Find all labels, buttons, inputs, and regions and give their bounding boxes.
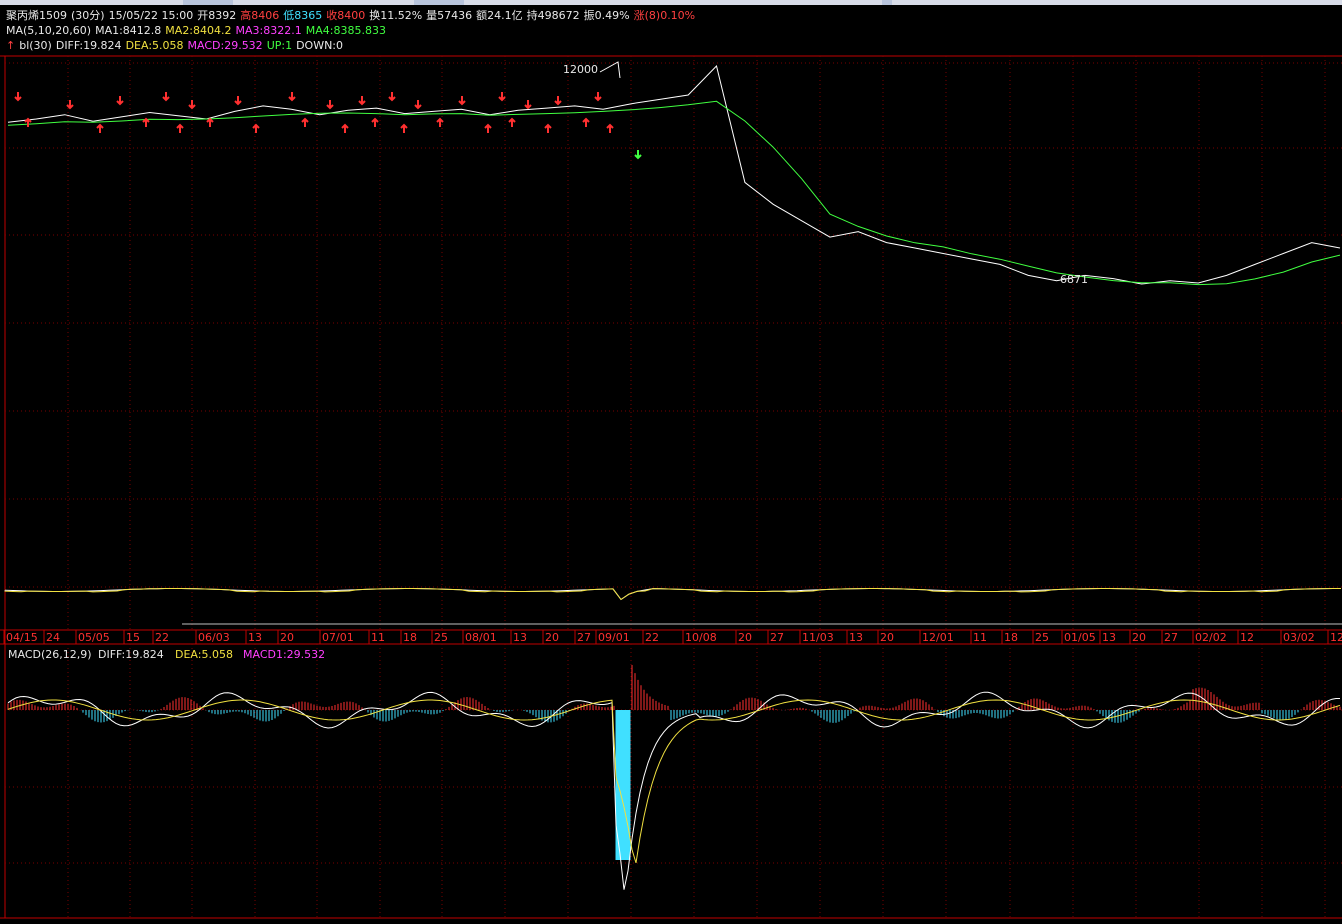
date-axis-label: 27: [770, 631, 784, 644]
date-axis-label: 11: [371, 631, 385, 644]
buy-arrow-icon: [436, 117, 444, 127]
buy-arrow-icon: [544, 123, 552, 133]
chart-canvas[interactable]: 04/15 24 05/05 15 22 06/03 13 20 07/01 11 18 25 08/0…: [0, 0, 1342, 924]
price-line: [7, 65, 1341, 285]
date-axis-label: 09/01: [598, 631, 630, 644]
chart-window: 聚丙烯1509 (30分) 15/05/22 15:00 开8392 高8406 低836…: [0, 0, 1342, 924]
sell-arrow-icon: [594, 92, 602, 102]
date-axis-label: 12: [1240, 631, 1254, 644]
buy-arrow-icon: [582, 117, 590, 127]
date-axis-label: 18: [403, 631, 417, 644]
date-axis-label: 13: [1102, 631, 1116, 644]
sell-arrow-icon: [358, 96, 366, 106]
price-panel: [4, 61, 1342, 625]
date-axis-label: 10/08: [685, 631, 717, 644]
buy-arrow-icon: [301, 117, 309, 127]
buy-arrow-icon: [341, 123, 349, 133]
sell-arrow-icon: [326, 100, 334, 110]
buy-arrow-icon: [484, 123, 492, 133]
date-axis-label: 18: [1004, 631, 1018, 644]
date-axis-label: 13: [513, 631, 527, 644]
macd-diff-value: DIFF:19.824: [98, 648, 164, 661]
date-axis-label: 24: [46, 631, 60, 644]
date-axis-label: 12: [1330, 631, 1342, 644]
date-axis-label: 11: [973, 631, 987, 644]
buy-arrow-icon: [176, 123, 184, 133]
buy-arrow-icon: [24, 117, 32, 127]
date-axis-label: 27: [577, 631, 591, 644]
sub-band-line: [4, 588, 1341, 601]
grid-lines: [0, 55, 1342, 919]
date-axis-label: 27: [1164, 631, 1178, 644]
buy-arrow-icon: [252, 123, 260, 133]
buy-arrow-icon: [371, 117, 379, 127]
sell-arrow-icon: [288, 92, 296, 102]
sell-arrow-icon: [116, 96, 124, 106]
date-axis-label: 04/15: [6, 631, 38, 644]
ma-line: [7, 100, 1341, 286]
sell-arrow-icon: [234, 96, 242, 106]
buy-arrow-icon: [206, 117, 214, 127]
price-spike: [599, 61, 621, 79]
macd-diff-line: [7, 691, 1340, 890]
buy-arrow-icon: [96, 123, 104, 133]
date-axis-label: 20: [738, 631, 752, 644]
macd-panel: [7, 665, 1341, 890]
date-axis-label: 20: [545, 631, 559, 644]
date-axis-label: 12/01: [922, 631, 954, 644]
macd-dea-value: DEA:5.058: [175, 648, 233, 661]
sell-arrow-icon: [458, 96, 466, 106]
date-axis-label: 01/05: [1064, 631, 1096, 644]
date-axis-label: 06/03: [198, 631, 230, 644]
date-axis-label: 13: [248, 631, 262, 644]
date-axis-label: 13: [849, 631, 863, 644]
date-axis-label: 05/05: [78, 631, 110, 644]
sell-arrow-icon: [554, 96, 562, 106]
sell-arrow-icon: [524, 100, 532, 110]
macd1-value: MACD1:29.532: [243, 648, 325, 661]
date-axis-label: 20: [880, 631, 894, 644]
date-axis-label: 02/02: [1195, 631, 1227, 644]
date-axis-label: 22: [645, 631, 659, 644]
date-axis-label: 20: [280, 631, 294, 644]
date-axis-label: 08/01: [465, 631, 497, 644]
date-axis-label: 25: [434, 631, 448, 644]
sell-arrow-icon: [414, 100, 422, 110]
high-price-label: 12000: [563, 63, 598, 76]
date-axis-label: 20: [1132, 631, 1146, 644]
date-axis-label: 11/03: [802, 631, 834, 644]
low-price-label: 6871: [1060, 273, 1088, 286]
sell-arrow-icon: [162, 92, 170, 102]
macd-dea-line: [7, 699, 1341, 864]
date-axis-label: 15: [126, 631, 140, 644]
buy-arrow-icon: [142, 117, 150, 127]
sub-band-line: [4, 588, 1341, 601]
down-arrow-icon: [634, 150, 642, 160]
sell-arrow-icon: [388, 92, 396, 102]
date-axis-label: 03/02: [1283, 631, 1315, 644]
buy-arrow-icon: [508, 117, 516, 127]
macd-params: MACD(26,12,9): [8, 648, 92, 661]
date-axis-label: 25: [1035, 631, 1049, 644]
date-axis: 04/15 24 05/05 15 22 06/03 13 20 07/01 11 18 25 08/0…: [3, 630, 1342, 644]
sell-arrow-icon: [498, 92, 506, 102]
date-axis-label: 07/01: [322, 631, 354, 644]
buy-arrow-icon: [400, 123, 408, 133]
sell-arrow-icon: [14, 92, 22, 102]
buy-arrow-icon: [606, 123, 614, 133]
date-axis-label: 22: [155, 631, 169, 644]
sell-arrow-icon: [188, 100, 196, 110]
